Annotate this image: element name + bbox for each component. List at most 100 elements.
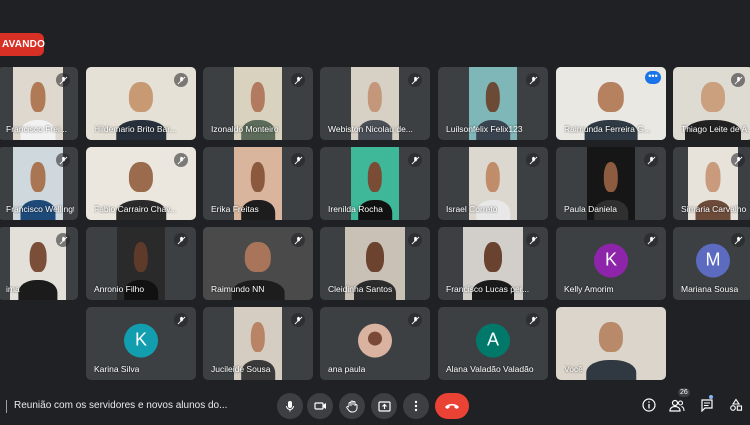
recording-badge: AVANDO <box>0 33 45 56</box>
participant-tile[interactable]: ima <box>0 227 78 300</box>
present-screen-button[interactable] <box>371 393 397 419</box>
mic-muted-icon <box>56 233 70 247</box>
mic-muted-icon <box>644 233 658 247</box>
participant-tile[interactable]: Paula Daniela <box>556 147 666 220</box>
mic-muted-icon <box>731 233 745 247</box>
participant-name: Francisco Frei... <box>6 124 67 134</box>
present-screen-icon <box>377 400 391 412</box>
participant-name: Hildemario Brito Bar... <box>94 124 177 134</box>
more-options-icon <box>414 400 418 412</box>
participants-button[interactable] <box>668 396 686 414</box>
participant-name: Alana Valadão Valadão <box>446 364 534 374</box>
participant-tile[interactable]: Luilsonfelix Felix123 <box>438 67 548 140</box>
participant-tile[interactable]: Anronio Filho <box>86 227 196 300</box>
participant-name: Paula Daniela <box>564 204 617 214</box>
participant-tile[interactable]: Erika Freitas <box>203 147 313 220</box>
mic-muted-icon <box>56 73 70 87</box>
mic-muted-icon <box>526 233 540 247</box>
participant-tile[interactable]: Thiago Leite de A... <box>673 67 750 140</box>
camera-button[interactable] <box>307 393 333 419</box>
mic-button[interactable] <box>277 393 303 419</box>
avatar: K <box>594 243 628 278</box>
participant-name: ana paula <box>328 364 366 374</box>
participant-name: Karina Silva <box>94 364 140 374</box>
participant-tile[interactable]: Francisco Frei... <box>0 67 78 140</box>
activities-icon <box>730 398 743 411</box>
chat-button[interactable] <box>698 396 716 414</box>
bottom-toolbar: Reunião com os servidores e novos alunos… <box>0 388 750 425</box>
mic-muted-icon <box>174 313 188 327</box>
avatar: M <box>696 243 730 278</box>
mic-muted-icon <box>408 233 422 247</box>
more-options-button[interactable] <box>403 393 429 419</box>
participant-tile[interactable]: Israel Correto <box>438 147 548 220</box>
end-call-icon <box>445 404 459 409</box>
chat-notification-dot <box>709 395 713 399</box>
participant-tile[interactable]: M Mariana Sousa <box>673 227 750 300</box>
participant-name: Irenilda Rocha <box>328 204 383 214</box>
mic-muted-icon <box>174 233 188 247</box>
participants-count-badge: 26 <box>678 388 690 397</box>
participant-name: Izonaldo Monteiro <box>211 124 279 134</box>
participant-tile[interactable]: Cleidinha Santos <box>320 227 430 300</box>
participant-name: Luilsonfelix Felix123 <box>446 124 523 134</box>
participant-tile[interactable]: Jucileide Sousa <box>203 307 313 380</box>
info-icon <box>642 398 656 412</box>
participant-name: Francisco Wellingto... <box>6 204 74 214</box>
mic-muted-icon <box>291 153 305 167</box>
participant-name: Erika Freitas <box>211 204 259 214</box>
mic-muted-icon <box>174 73 188 87</box>
participant-name: Cleidinha Santos <box>328 284 393 294</box>
activities-button[interactable] <box>727 396 745 414</box>
mic-muted-icon <box>408 313 422 327</box>
mic-muted-icon <box>408 153 422 167</box>
end-call-button[interactable] <box>435 393 469 419</box>
participant-name: Kelly Amorim <box>564 284 614 294</box>
participant-name: Thiago Leite de A... <box>681 124 749 134</box>
participant-tile[interactable]: ana paula <box>320 307 430 380</box>
participant-tile[interactable]: A Alana Valadão Valadão <box>438 307 548 380</box>
participant-name: Israel Correto <box>446 204 498 214</box>
mic-muted-icon <box>731 153 745 167</box>
participant-name: Jucileide Sousa <box>211 364 271 374</box>
participant-tile[interactable]: K Karina Silva <box>86 307 196 380</box>
raise-hand-button[interactable] <box>339 393 365 419</box>
participant-name: Mariana Sousa <box>681 284 739 294</box>
mic-muted-icon <box>526 73 540 87</box>
participant-tile[interactable]: Irenilda Rocha <box>320 147 430 220</box>
mic-icon <box>286 401 294 412</box>
participant-tile[interactable]: Izonaldo Monteiro <box>203 67 313 140</box>
avatar: K <box>124 323 158 358</box>
more-options-icon[interactable]: ••• <box>645 71 661 84</box>
avatar: A <box>476 323 510 358</box>
raise-hand-icon <box>346 400 358 412</box>
participant-tile[interactable]: Raimundo NN <box>203 227 313 300</box>
people-icon <box>669 399 685 412</box>
camera-icon <box>313 402 326 410</box>
participant-name: ima <box>6 284 20 294</box>
meeting-info-button[interactable] <box>640 396 658 414</box>
participant-name: Raimunda Ferreira G... <box>564 124 651 134</box>
mic-muted-icon <box>408 73 422 87</box>
participant-tile[interactable]: Webiston Nicolau de... <box>320 67 430 140</box>
participant-tile[interactable]: Fabio Carrairo Chav... <box>86 147 196 220</box>
participant-name: Francisco Lucas per... <box>446 284 530 294</box>
participant-name: Fabio Carrairo Chav... <box>94 204 177 214</box>
participant-name: Anronio Filho <box>94 284 145 294</box>
participant-tile[interactable]: Francisco Lucas per... <box>438 227 548 300</box>
participant-tile-active-speaker[interactable]: ••• Raimunda Ferreira G... <box>556 67 666 140</box>
avatar-photo <box>358 323 392 358</box>
participant-tile[interactable]: K Kelly Amorim <box>556 227 666 300</box>
participant-name: Você <box>564 364 583 374</box>
mic-muted-icon <box>526 153 540 167</box>
mic-muted-icon <box>291 233 305 247</box>
participant-tile[interactable]: Hildemario Brito Bar... <box>86 67 196 140</box>
chat-icon <box>701 399 713 412</box>
mic-muted-icon <box>291 313 305 327</box>
mic-muted-icon <box>644 153 658 167</box>
mic-muted-icon <box>174 153 188 167</box>
participant-tile[interactable]: Simaria Carvalho <box>673 147 750 220</box>
participant-tile[interactable]: Francisco Wellingto... <box>0 147 78 220</box>
meeting-title: Reunião com os servidores e novos alunos… <box>6 400 227 413</box>
self-view-tile[interactable]: Você <box>556 307 666 380</box>
